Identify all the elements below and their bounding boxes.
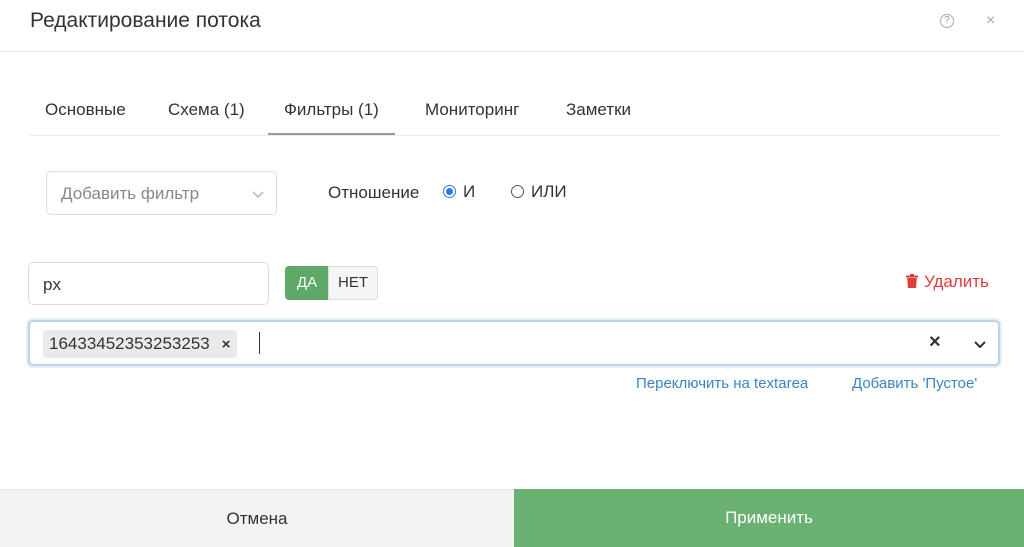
- delete-filter-label: Удалить: [924, 272, 989, 291]
- filter-field-input[interactable]: px: [28, 262, 269, 305]
- add-filter-select[interactable]: Добавить фильтр: [46, 171, 277, 215]
- close-icon[interactable]: ×: [986, 12, 995, 30]
- radio-or[interactable]: [511, 185, 524, 198]
- value-tag: 16433452353253253 ×: [43, 330, 237, 358]
- switch-textarea-link[interactable]: Переключить на textarea: [636, 375, 808, 392]
- value-tag-label: 16433452353253253: [49, 334, 210, 353]
- delete-filter-button[interactable]: Удалить: [906, 272, 989, 292]
- tab-monitoring[interactable]: Мониторинг: [425, 100, 519, 120]
- radio-or-label[interactable]: ИЛИ: [531, 182, 567, 202]
- tab-main[interactable]: Основные: [45, 100, 126, 120]
- toggle-no-button[interactable]: НЕТ: [328, 266, 378, 300]
- add-empty-link[interactable]: Добавить 'Пустое': [852, 375, 977, 392]
- radio-and-label[interactable]: И: [463, 182, 475, 202]
- filter-values-input[interactable]: 16433452353253253 × ×: [28, 320, 1000, 366]
- apply-button[interactable]: Применить: [514, 489, 1024, 547]
- filter-field-value: px: [43, 275, 61, 294]
- tab-notes[interactable]: Заметки: [566, 100, 631, 120]
- toggle-yes-button[interactable]: ДА: [285, 266, 329, 300]
- tab-filters[interactable]: Фильтры (1): [268, 100, 395, 135]
- add-filter-placeholder: Добавить фильтр: [61, 184, 200, 203]
- dialog-title: Редактирование потока: [30, 9, 261, 32]
- chevron-down-icon: [252, 191, 264, 199]
- cancel-button[interactable]: Отмена: [0, 489, 514, 547]
- trash-icon: [906, 274, 918, 288]
- text-caret: [259, 332, 260, 354]
- dialog-header: Редактирование потока ? ×: [0, 0, 1024, 52]
- edit-stream-dialog: Редактирование потока ? × Основные Схема…: [0, 0, 1024, 547]
- chevron-down-icon[interactable]: [972, 336, 988, 352]
- tag-remove-icon[interactable]: ×: [222, 336, 231, 353]
- tab-bar: Основные Схема (1) Фильтры (1) Мониторин…: [29, 92, 1000, 136]
- question-circle-icon[interactable]: ?: [940, 14, 954, 28]
- tab-schema[interactable]: Схема (1): [168, 100, 245, 120]
- clear-icon[interactable]: ×: [929, 331, 941, 354]
- relation-label: Отношение: [328, 183, 420, 202]
- radio-and[interactable]: [443, 185, 456, 198]
